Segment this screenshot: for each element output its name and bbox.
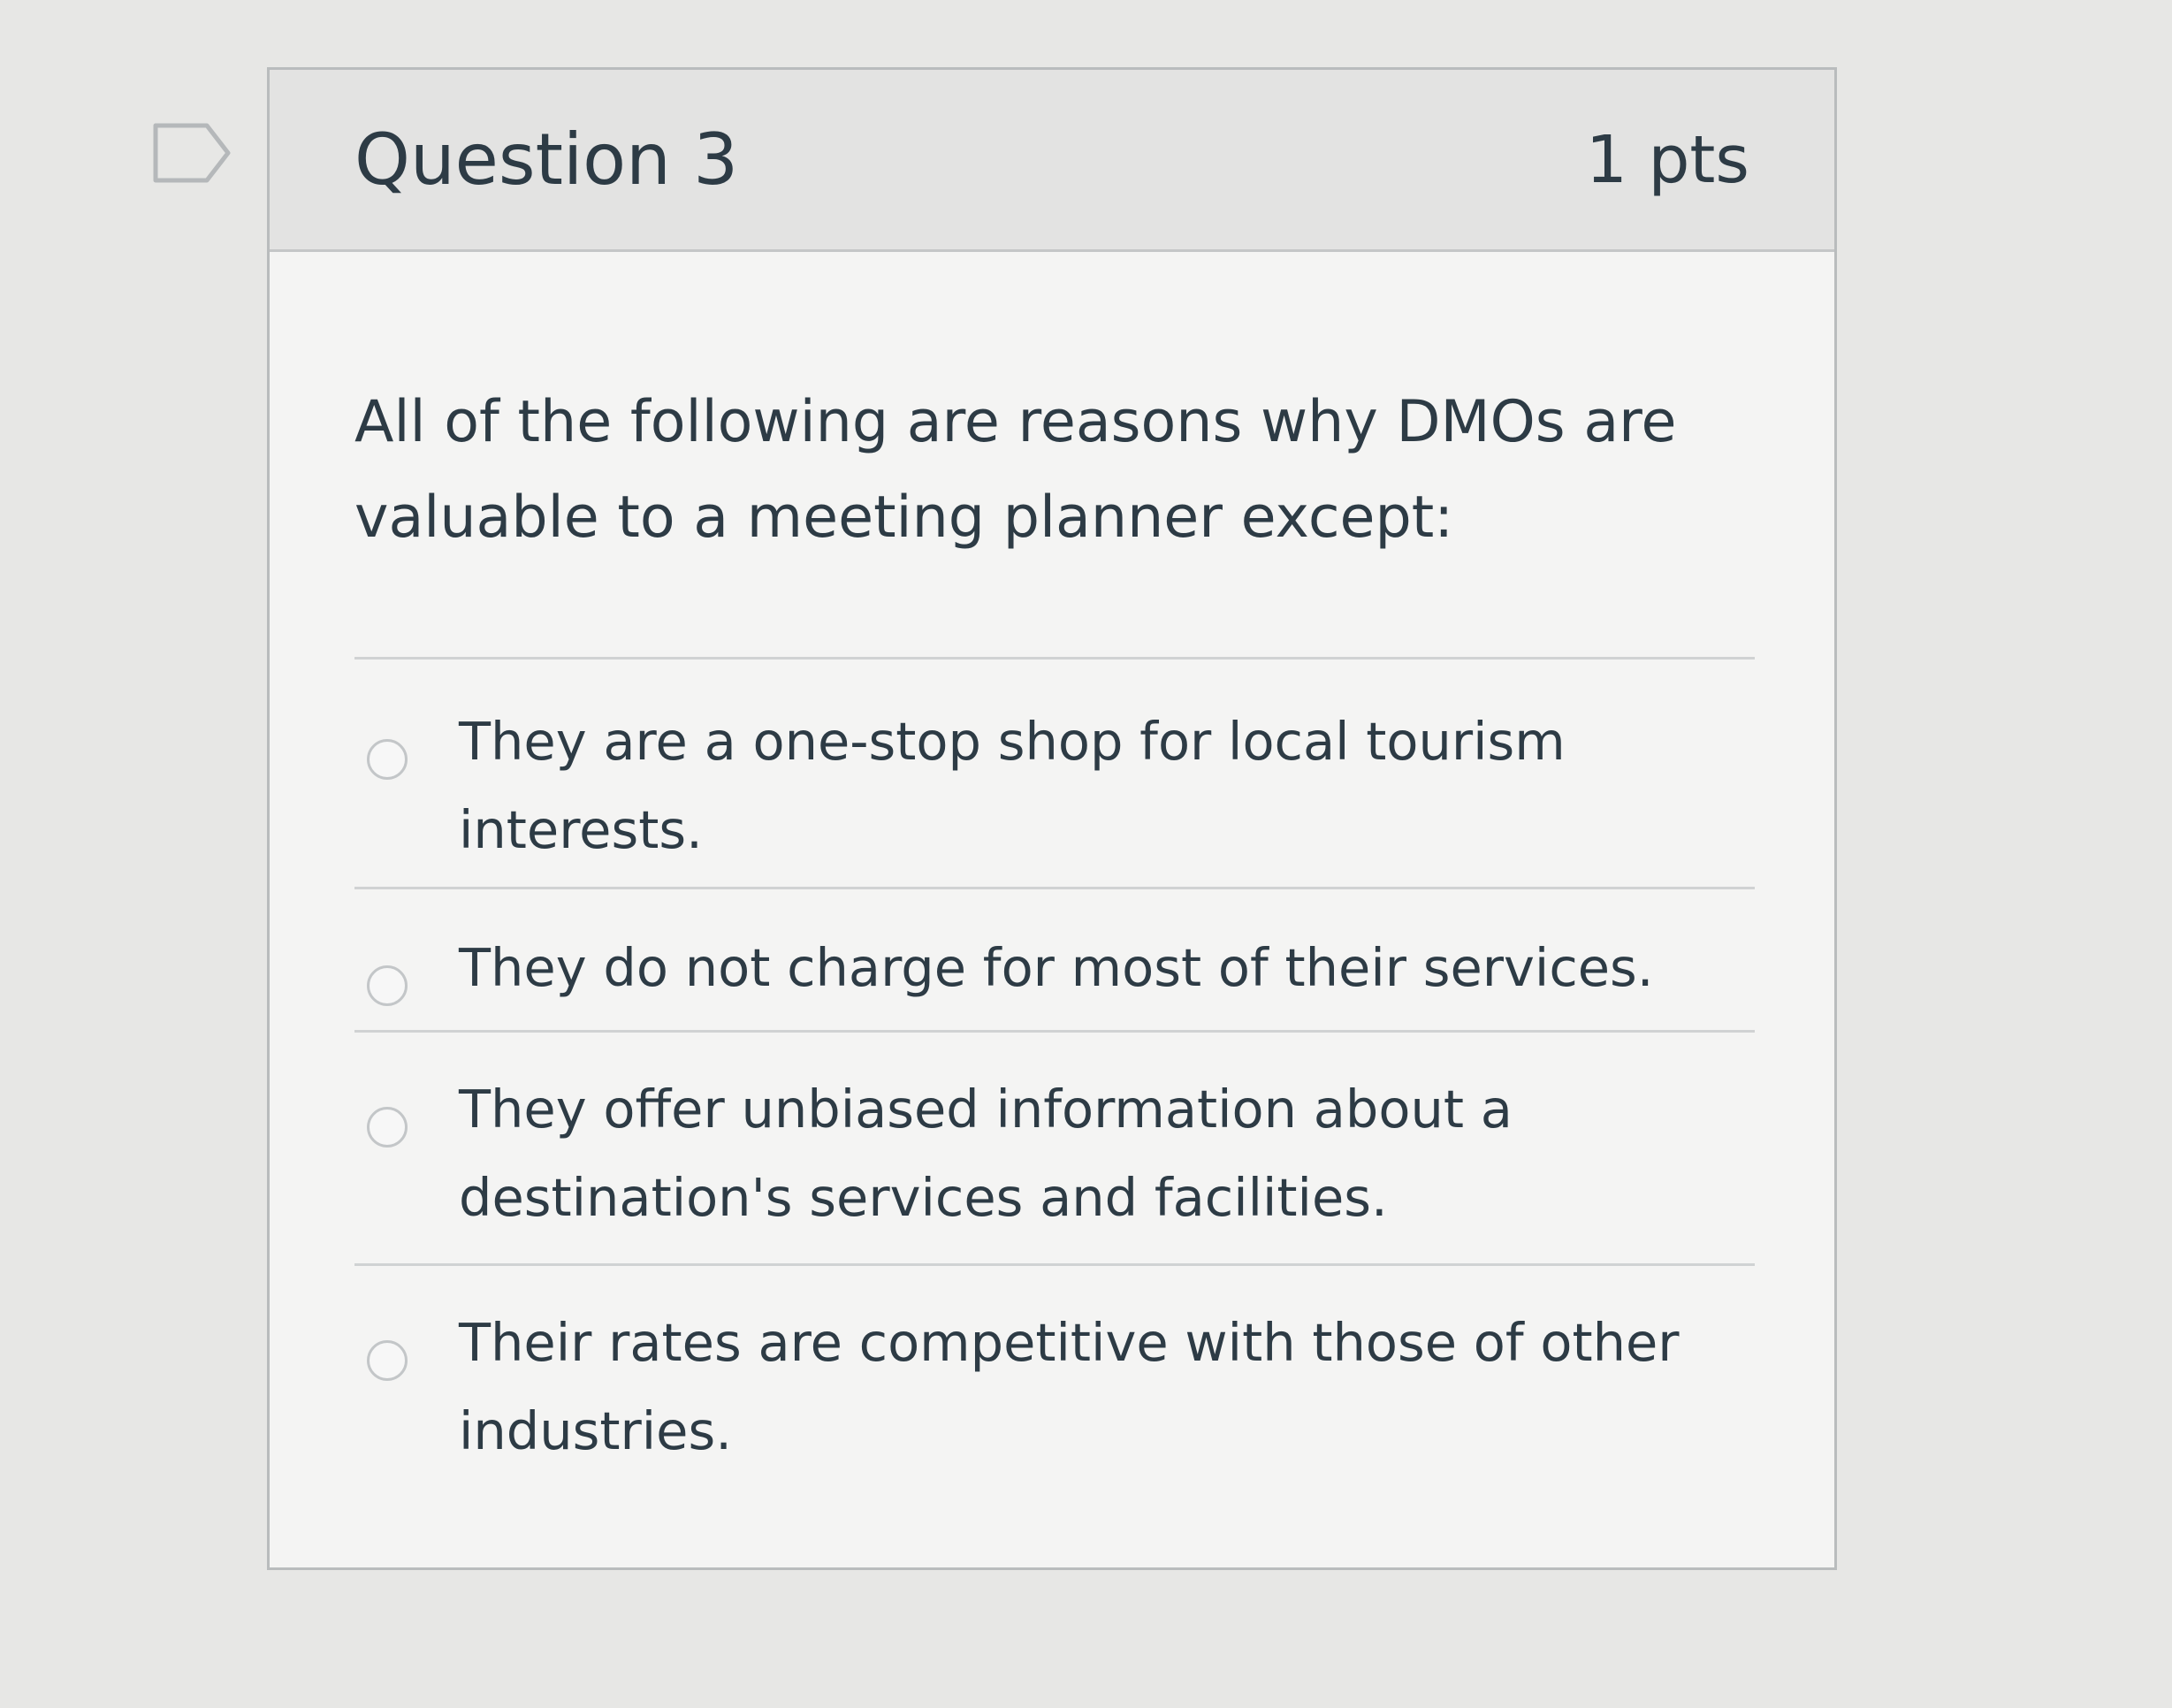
answer-label[interactable]: Their rates are competitive with those o… xyxy=(459,1299,1714,1475)
answer-label[interactable]: They are a one-stop shop for local touri… xyxy=(459,698,1714,874)
question-card: Question 3 1 pts All of the following ar… xyxy=(267,67,1837,1570)
divider xyxy=(354,1030,1755,1033)
answer-label[interactable]: They offer unbiased information about a … xyxy=(459,1065,1714,1242)
radio-button[interactable] xyxy=(367,739,408,780)
divider xyxy=(354,657,1755,660)
question-header: Question 3 1 pts xyxy=(270,70,1834,252)
radio-button[interactable] xyxy=(367,1107,408,1148)
divider xyxy=(354,887,1755,889)
question-title: Question 3 xyxy=(354,118,739,201)
flag-question-icon[interactable] xyxy=(152,122,233,184)
answer-label[interactable]: They do not charge for most of their ser… xyxy=(459,924,1714,1012)
radio-button[interactable] xyxy=(367,965,408,1006)
question-text: All of the following are reasons why DMO… xyxy=(354,389,1677,551)
radio-button[interactable] xyxy=(367,1340,408,1381)
question-points: 1 pts xyxy=(1585,122,1749,198)
divider xyxy=(354,1263,1755,1266)
